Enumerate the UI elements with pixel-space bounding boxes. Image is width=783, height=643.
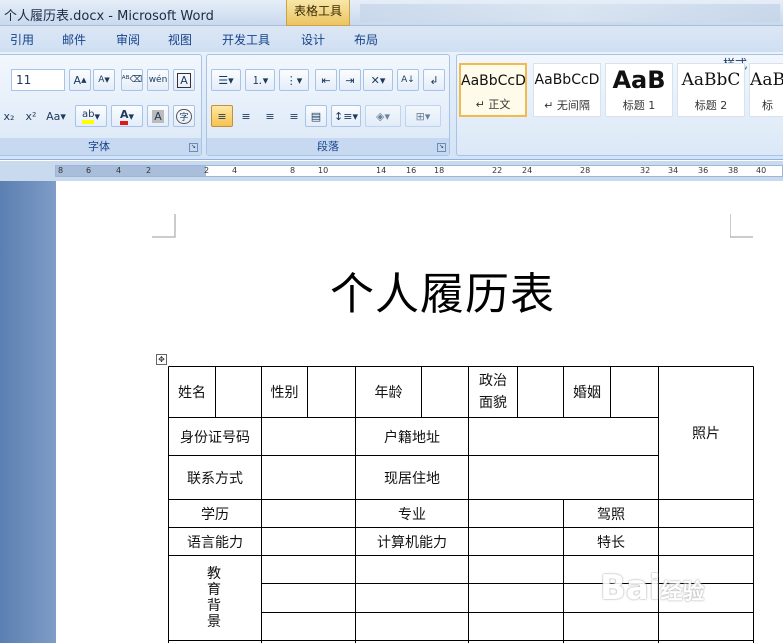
cell-education-background-label[interactable]: 教 育 背 景 xyxy=(204,566,224,630)
edu-bg-char: 教 xyxy=(207,566,221,582)
cell-license-label[interactable]: 驾照 xyxy=(564,500,658,527)
cell-language-label[interactable]: 语言能力 xyxy=(169,528,261,555)
cell-age-label[interactable]: 年龄 xyxy=(356,367,421,417)
cell-contact-label[interactable]: 联系方式 xyxy=(169,456,261,499)
cell-photo-label[interactable]: 照片 xyxy=(659,367,753,499)
cell-major-label[interactable]: 专业 xyxy=(356,500,468,527)
cell-marriage-label[interactable]: 婚姻 xyxy=(564,367,610,417)
baidu-watermark-logo: Bai经验 xyxy=(600,568,705,608)
cell-specialty-label[interactable]: 特长 xyxy=(564,528,658,555)
cell-gender-label[interactable]: 性别 xyxy=(262,367,307,417)
edu-bg-char: 景 xyxy=(207,614,221,630)
cell-education-label[interactable]: 学历 xyxy=(169,500,261,527)
watermark-text: Bai xyxy=(600,568,661,608)
edu-bg-char: 育 xyxy=(207,582,221,598)
cell-politics-label[interactable]: 政治 面貌 xyxy=(469,367,517,417)
edu-bg-char: 背 xyxy=(207,598,221,614)
cell-computer-label[interactable]: 计算机能力 xyxy=(356,528,468,555)
politics-line-2: 面貌 xyxy=(479,395,507,411)
politics-line-1: 政治 xyxy=(479,373,507,389)
cell-hukou-label[interactable]: 户籍地址 xyxy=(356,418,468,455)
watermark-suffix: 经验 xyxy=(660,580,705,605)
cell-residence-label[interactable]: 现居住地 xyxy=(356,456,468,499)
cell-id-label[interactable]: 身份证号码 xyxy=(169,418,261,455)
cell-name-label[interactable]: 姓名 xyxy=(169,367,215,417)
